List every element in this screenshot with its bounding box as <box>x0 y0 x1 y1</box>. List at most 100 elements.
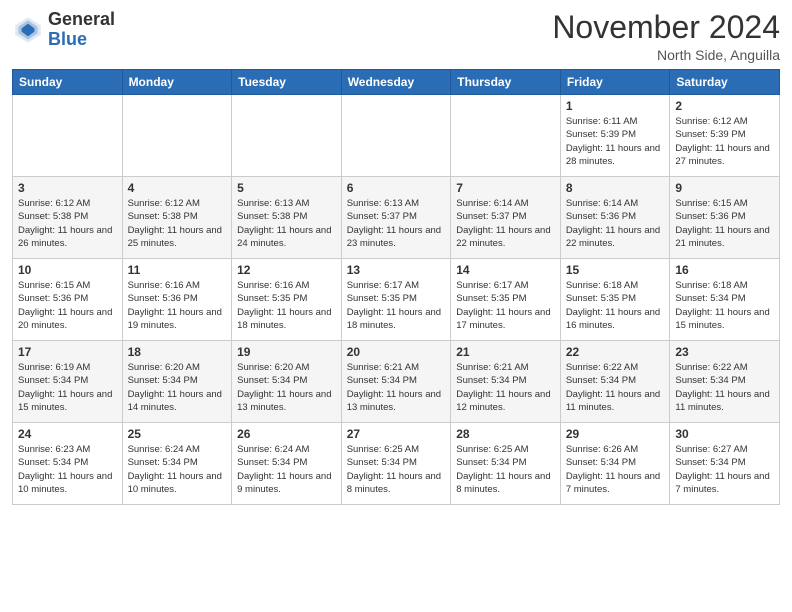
day-info: Sunrise: 6:13 AM Sunset: 5:37 PM Dayligh… <box>347 197 446 250</box>
day-of-week-header: Friday <box>560 70 670 95</box>
day-number: 26 <box>237 427 336 441</box>
logo: General Blue <box>12 10 115 50</box>
day-number: 3 <box>18 181 117 195</box>
daylight-text: Daylight: 11 hours and 8 minutes. <box>347 471 441 495</box>
sunset-text: Sunset: 5:34 PM <box>237 375 307 386</box>
sunset-text: Sunset: 5:38 PM <box>237 211 307 222</box>
sunset-text: Sunset: 5:34 PM <box>456 375 526 386</box>
daylight-text: Daylight: 11 hours and 11 minutes. <box>566 389 660 413</box>
calendar-day-cell: 22 Sunrise: 6:22 AM Sunset: 5:34 PM Dayl… <box>560 341 670 423</box>
day-info: Sunrise: 6:26 AM Sunset: 5:34 PM Dayligh… <box>566 443 665 496</box>
daylight-text: Daylight: 11 hours and 21 minutes. <box>675 225 769 249</box>
day-number: 19 <box>237 345 336 359</box>
day-info: Sunrise: 6:24 AM Sunset: 5:34 PM Dayligh… <box>237 443 336 496</box>
sunset-text: Sunset: 5:35 PM <box>456 293 526 304</box>
calendar-day-cell: 27 Sunrise: 6:25 AM Sunset: 5:34 PM Dayl… <box>341 423 451 505</box>
day-info: Sunrise: 6:27 AM Sunset: 5:34 PM Dayligh… <box>675 443 774 496</box>
day-info: Sunrise: 6:22 AM Sunset: 5:34 PM Dayligh… <box>675 361 774 414</box>
day-number: 23 <box>675 345 774 359</box>
daylight-text: Daylight: 11 hours and 10 minutes. <box>128 471 222 495</box>
location: North Side, Anguilla <box>552 47 780 63</box>
sunrise-text: Sunrise: 6:17 AM <box>347 280 419 291</box>
calendar-day-cell: 4 Sunrise: 6:12 AM Sunset: 5:38 PM Dayli… <box>122 177 232 259</box>
daylight-text: Daylight: 11 hours and 26 minutes. <box>18 225 112 249</box>
day-number: 1 <box>566 99 665 113</box>
day-number: 25 <box>128 427 227 441</box>
day-of-week-header: Sunday <box>13 70 123 95</box>
daylight-text: Daylight: 11 hours and 22 minutes. <box>566 225 660 249</box>
calendar-day-cell <box>232 95 342 177</box>
sunset-text: Sunset: 5:35 PM <box>566 293 636 304</box>
sunset-text: Sunset: 5:34 PM <box>237 457 307 468</box>
calendar-day-cell: 18 Sunrise: 6:20 AM Sunset: 5:34 PM Dayl… <box>122 341 232 423</box>
sunrise-text: Sunrise: 6:13 AM <box>347 198 419 209</box>
sunrise-text: Sunrise: 6:25 AM <box>347 444 419 455</box>
day-info: Sunrise: 6:23 AM Sunset: 5:34 PM Dayligh… <box>18 443 117 496</box>
sunset-text: Sunset: 5:34 PM <box>128 375 198 386</box>
day-info: Sunrise: 6:12 AM Sunset: 5:39 PM Dayligh… <box>675 115 774 168</box>
title-block: November 2024 North Side, Anguilla <box>552 10 780 63</box>
calendar-day-cell: 16 Sunrise: 6:18 AM Sunset: 5:34 PM Dayl… <box>670 259 780 341</box>
day-number: 27 <box>347 427 446 441</box>
daylight-text: Daylight: 11 hours and 13 minutes. <box>347 389 441 413</box>
daylight-text: Daylight: 11 hours and 27 minutes. <box>675 143 769 167</box>
sunset-text: Sunset: 5:37 PM <box>456 211 526 222</box>
sunset-text: Sunset: 5:39 PM <box>675 129 745 140</box>
sunset-text: Sunset: 5:34 PM <box>675 457 745 468</box>
day-info: Sunrise: 6:14 AM Sunset: 5:36 PM Dayligh… <box>566 197 665 250</box>
sunset-text: Sunset: 5:38 PM <box>128 211 198 222</box>
day-info: Sunrise: 6:21 AM Sunset: 5:34 PM Dayligh… <box>456 361 555 414</box>
sunrise-text: Sunrise: 6:12 AM <box>675 116 747 127</box>
day-of-week-header: Tuesday <box>232 70 342 95</box>
day-of-week-header: Wednesday <box>341 70 451 95</box>
daylight-text: Daylight: 11 hours and 15 minutes. <box>18 389 112 413</box>
day-number: 8 <box>566 181 665 195</box>
daylight-text: Daylight: 11 hours and 14 minutes. <box>128 389 222 413</box>
sunset-text: Sunset: 5:37 PM <box>347 211 417 222</box>
day-info: Sunrise: 6:25 AM Sunset: 5:34 PM Dayligh… <box>456 443 555 496</box>
day-info: Sunrise: 6:16 AM Sunset: 5:35 PM Dayligh… <box>237 279 336 332</box>
daylight-text: Daylight: 11 hours and 9 minutes. <box>237 471 331 495</box>
day-info: Sunrise: 6:17 AM Sunset: 5:35 PM Dayligh… <box>456 279 555 332</box>
sunset-text: Sunset: 5:36 PM <box>675 211 745 222</box>
day-number: 6 <box>347 181 446 195</box>
calendar-day-cell: 2 Sunrise: 6:12 AM Sunset: 5:39 PM Dayli… <box>670 95 780 177</box>
calendar-day-cell <box>13 95 123 177</box>
daylight-text: Daylight: 11 hours and 24 minutes. <box>237 225 331 249</box>
calendar-day-cell: 23 Sunrise: 6:22 AM Sunset: 5:34 PM Dayl… <box>670 341 780 423</box>
sunset-text: Sunset: 5:35 PM <box>237 293 307 304</box>
calendar-day-cell: 29 Sunrise: 6:26 AM Sunset: 5:34 PM Dayl… <box>560 423 670 505</box>
sunset-text: Sunset: 5:34 PM <box>566 375 636 386</box>
day-of-week-header: Thursday <box>451 70 561 95</box>
calendar-day-cell: 28 Sunrise: 6:25 AM Sunset: 5:34 PM Dayl… <box>451 423 561 505</box>
header: General Blue November 2024 North Side, A… <box>12 10 780 63</box>
day-info: Sunrise: 6:12 AM Sunset: 5:38 PM Dayligh… <box>128 197 227 250</box>
sunset-text: Sunset: 5:34 PM <box>347 375 417 386</box>
day-number: 4 <box>128 181 227 195</box>
day-number: 7 <box>456 181 555 195</box>
daylight-text: Daylight: 11 hours and 7 minutes. <box>566 471 660 495</box>
calendar-day-cell: 19 Sunrise: 6:20 AM Sunset: 5:34 PM Dayl… <box>232 341 342 423</box>
day-number: 13 <box>347 263 446 277</box>
day-info: Sunrise: 6:12 AM Sunset: 5:38 PM Dayligh… <box>18 197 117 250</box>
sunset-text: Sunset: 5:34 PM <box>566 457 636 468</box>
day-number: 12 <box>237 263 336 277</box>
day-info: Sunrise: 6:15 AM Sunset: 5:36 PM Dayligh… <box>18 279 117 332</box>
day-info: Sunrise: 6:18 AM Sunset: 5:35 PM Dayligh… <box>566 279 665 332</box>
day-info: Sunrise: 6:22 AM Sunset: 5:34 PM Dayligh… <box>566 361 665 414</box>
day-info: Sunrise: 6:19 AM Sunset: 5:34 PM Dayligh… <box>18 361 117 414</box>
calendar-day-cell: 14 Sunrise: 6:17 AM Sunset: 5:35 PM Dayl… <box>451 259 561 341</box>
sunrise-text: Sunrise: 6:14 AM <box>456 198 528 209</box>
calendar-table: SundayMondayTuesdayWednesdayThursdayFrid… <box>12 69 780 505</box>
daylight-text: Daylight: 11 hours and 8 minutes. <box>456 471 550 495</box>
day-number: 18 <box>128 345 227 359</box>
calendar-day-cell: 20 Sunrise: 6:21 AM Sunset: 5:34 PM Dayl… <box>341 341 451 423</box>
logo-text: General Blue <box>48 10 115 50</box>
day-info: Sunrise: 6:18 AM Sunset: 5:34 PM Dayligh… <box>675 279 774 332</box>
daylight-text: Daylight: 11 hours and 16 minutes. <box>566 307 660 331</box>
calendar-day-cell: 8 Sunrise: 6:14 AM Sunset: 5:36 PM Dayli… <box>560 177 670 259</box>
day-number: 9 <box>675 181 774 195</box>
sunrise-text: Sunrise: 6:26 AM <box>566 444 638 455</box>
day-info: Sunrise: 6:24 AM Sunset: 5:34 PM Dayligh… <box>128 443 227 496</box>
day-number: 28 <box>456 427 555 441</box>
